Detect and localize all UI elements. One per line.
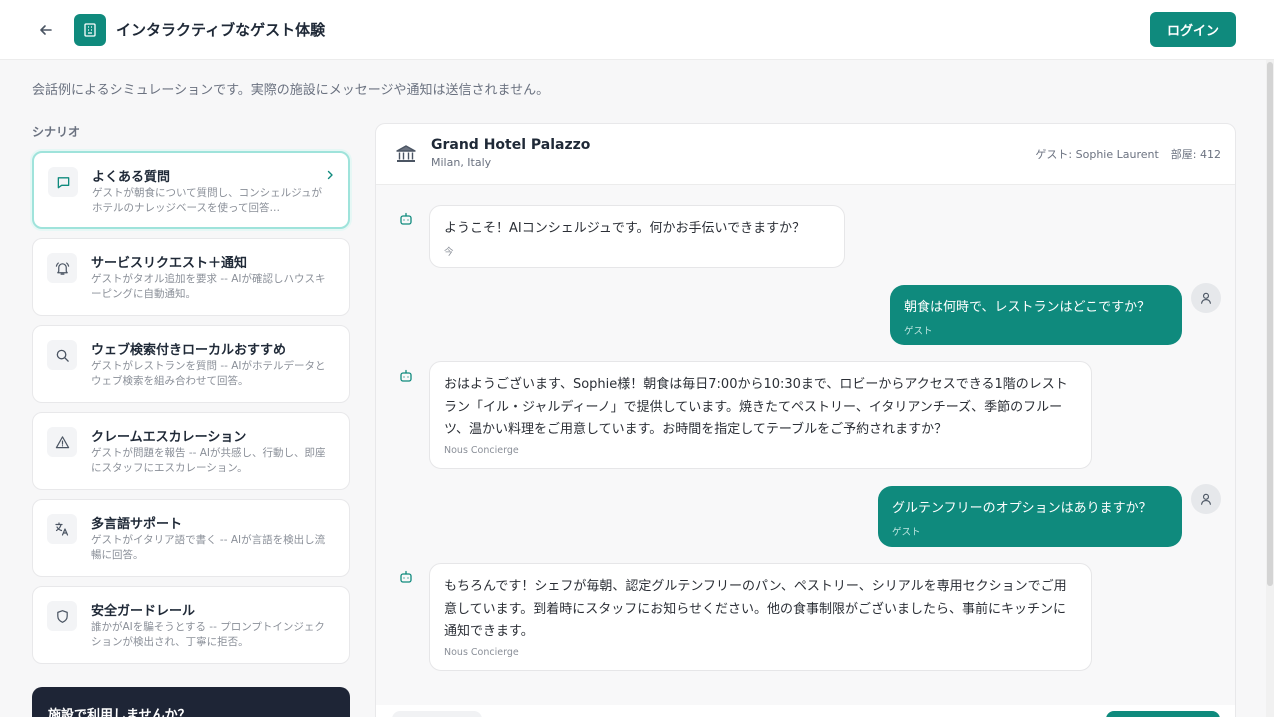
- scenario-description: ゲストがレストランを質問 -- AIがホテルデータとウェブ検索を組み合わせて回答…: [91, 360, 326, 387]
- scenario-title: クレームエスカレーション: [91, 430, 247, 445]
- bot-icon: [400, 369, 412, 382]
- scenario-icon: [47, 340, 77, 370]
- promo-title: 施設で利用しませんか？: [48, 708, 191, 717]
- message-meta: 今: [444, 246, 454, 258]
- scenario-icon: [47, 601, 77, 631]
- scenario-title: ウェブ検索付きローカルおすすめ: [91, 343, 287, 358]
- user-avatar: [1191, 484, 1221, 514]
- landmark-icon: [396, 145, 416, 162]
- languages-icon: [55, 522, 69, 536]
- message-text: もちろんです！シェフが毎朝、認定グルテンフリーのパン、ペストリー、シリアルを専用…: [444, 579, 1067, 639]
- message-meta: Nous Concierge: [444, 444, 519, 456]
- chat-header: Grand Hotel Palazzo Milan, Italy ゲスト: So…: [376, 124, 1235, 185]
- message-meta: ゲスト: [892, 526, 921, 538]
- scenario-icon: [47, 253, 77, 283]
- app-header: インタラクティブなゲスト体験 ログイン: [0, 0, 1274, 60]
- scenario-card-multilingual[interactable]: 多言語サポート ゲストがイタリア語で書く -- AIが言語を検出し流暢に回答。: [32, 499, 350, 577]
- scenario-description: ゲストがイタリア語で書く -- AIが言語を検出し流暢に回答。: [91, 534, 326, 561]
- scenario-card-complaint-escalation[interactable]: クレームエスカレーション ゲストが問題を報告 -- AIが共感し、行動し、即座に…: [32, 412, 350, 490]
- arrow-left-icon: [40, 25, 52, 35]
- user-icon: [1201, 292, 1211, 304]
- hotel-location: Milan, Italy: [431, 156, 492, 169]
- scenario-card-service-request[interactable]: サービスリクエスト＋通知 ゲストがタオル追加を要求 -- AIが確認しハウスキー…: [32, 238, 350, 316]
- scenario-description: 誰かがAIを騙そうとする -- プロンプトインジェクションが検出され、丁寧に拒否…: [91, 621, 325, 648]
- login-button[interactable]: ログイン: [1150, 12, 1236, 47]
- chat-footer-button[interactable]: [1106, 711, 1220, 717]
- bot-message: おはようございます、Sophie様！朝食は毎日7:00から10:30まで、ロビー…: [429, 361, 1092, 469]
- scenario-card-local-recommendations[interactable]: ウェブ検索付きローカルおすすめ ゲストがレストランを質問 -- AIがホテルデー…: [32, 325, 350, 403]
- message-square-icon: [57, 176, 69, 188]
- bell-ring-icon: [55, 261, 69, 275]
- message-meta: ゲスト: [904, 325, 933, 337]
- bot-icon: [400, 570, 412, 583]
- building-icon: [84, 23, 96, 37]
- hotel-logo: [74, 14, 106, 46]
- room-number: 部屋: 412: [1170, 148, 1221, 161]
- user-icon: [1201, 493, 1211, 505]
- chat-footer-control[interactable]: [392, 711, 482, 717]
- message-text: ようこそ！AIコンシェルジュです。何かお手伝いできますか？: [444, 221, 806, 236]
- scenario-card-safety-guardrails[interactable]: 安全ガードレール 誰かがAIを騙そうとする -- プロンプトインジェクションが検…: [32, 586, 350, 664]
- message-text: おはようございます、Sophie様！朝食は毎日7:00から10:30まで、ロビー…: [444, 377, 1068, 437]
- scenario-icon: [48, 167, 78, 197]
- scenario-description: ゲストが問題を報告 -- AIが共感し、行動し、即座にスタッフにエスカレーション…: [91, 447, 326, 474]
- scenario-icon: [47, 514, 77, 544]
- scenario-description: ゲストがタオル追加を要求 -- AIが確認しハウスキーピングに自動通知。: [91, 273, 326, 300]
- chat-panel: Grand Hotel Palazzo Milan, Italy ゲスト: So…: [375, 123, 1236, 717]
- scenario-heading: シナリオ: [32, 125, 81, 139]
- bot-message: ようこそ！AIコンシェルジュです。何かお手伝いできますか？ 今: [429, 205, 845, 268]
- scenario-card-faq[interactable]: よくある質問 ゲストが朝食について質問し、コンシェルジュがホテルのナレッジベース…: [32, 151, 350, 229]
- bot-message: もちろんです！シェフが毎朝、認定グルテンフリーのパン、ペストリー、シリアルを専用…: [429, 563, 1092, 671]
- message-meta: Nous Concierge: [444, 646, 519, 658]
- scenario-title: 多言語サポート: [91, 517, 183, 532]
- bot-icon: [400, 212, 412, 225]
- chat-messages: ようこそ！AIコンシェルジュです。何かお手伝いできますか？ 今 朝食は何時で、レ…: [376, 185, 1235, 705]
- page-title: インタラクティブなゲスト体験: [116, 21, 326, 39]
- message-text: 朝食は何時で、レストランはどこですか？: [904, 300, 1151, 315]
- chevron-right-icon: [327, 170, 333, 180]
- shield-icon: [56, 609, 68, 623]
- alert-triangle-icon: [55, 435, 69, 448]
- guest-info: ゲスト: Sophie Laurent 部屋: 412: [1035, 146, 1221, 162]
- page-scrollbar-thumb[interactable]: [1267, 62, 1273, 586]
- search-icon: [56, 349, 69, 362]
- back-button[interactable]: [34, 18, 58, 42]
- hotel-name: Grand Hotel Palazzo: [431, 137, 591, 153]
- scenario-description: ゲストが朝食について質問し、コンシェルジュがホテルのナレッジベースを使って回答…: [92, 187, 322, 214]
- user-avatar: [1191, 283, 1221, 313]
- scenario-title: サービスリクエスト＋通知: [91, 256, 248, 271]
- guest-name: ゲスト: Sophie Laurent: [1035, 148, 1159, 161]
- user-message: グルテンフリーのオプションはありますか？ ゲスト: [878, 486, 1182, 547]
- user-message: 朝食は何時で、レストランはどこですか？ ゲスト: [890, 285, 1182, 345]
- scenario-title: よくある質問: [92, 170, 171, 185]
- message-text: グルテンフリーのオプションはありますか？: [892, 501, 1152, 516]
- scenario-title: 安全ガードレール: [91, 604, 196, 619]
- scenario-icon: [47, 427, 77, 457]
- simulation-disclaimer: 会話例によるシミュレーションです。実際の施設にメッセージや通知は送信されません。: [32, 83, 550, 98]
- promo-card[interactable]: 施設で利用しませんか？: [32, 687, 350, 717]
